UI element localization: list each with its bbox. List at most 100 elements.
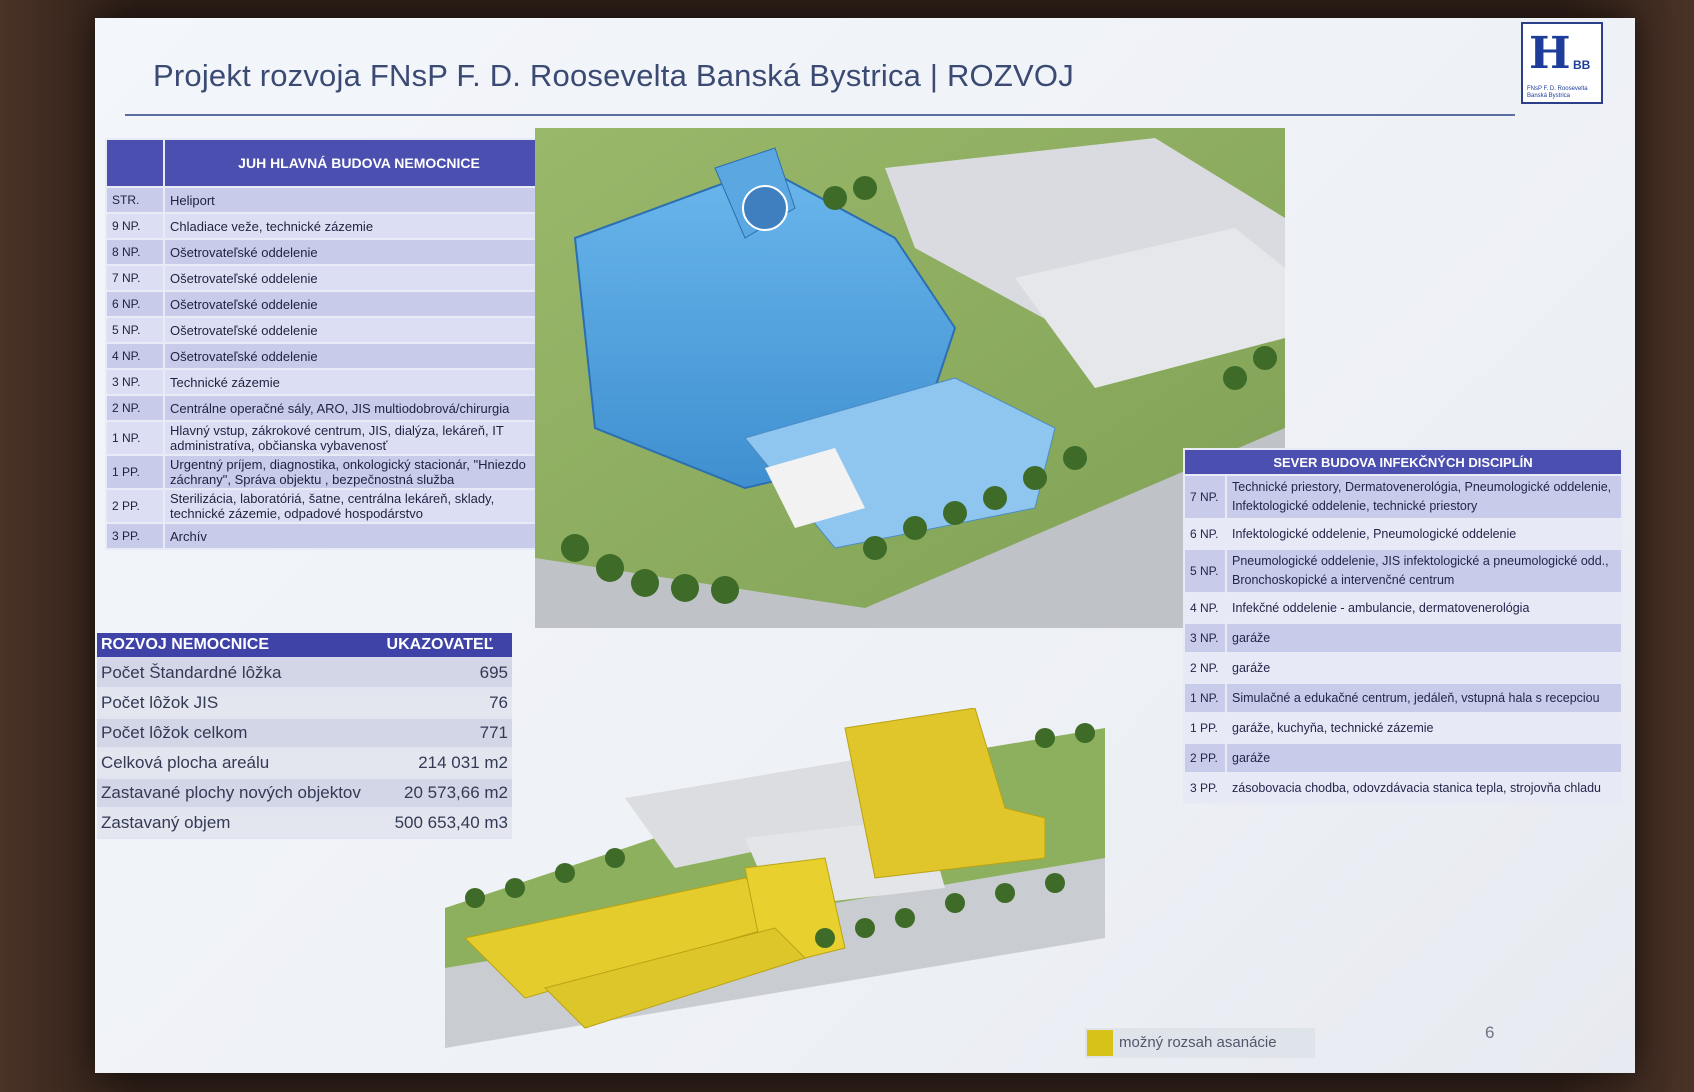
north-table-desc-cell: zásobovacia chodba, odovzdávacia stanica… — [1225, 772, 1623, 804]
north-table-floor-cell: 4 NP. — [1183, 592, 1227, 624]
dev-table-label-cell: Zastavané plochy nových objektov — [97, 778, 383, 809]
north-table-desc-cell: garáže, kuchyňa, technické zázemie — [1225, 712, 1623, 744]
south-table-row: 1 NP. Hlavný vstup, zákrokové centrum, JI… — [105, 420, 555, 456]
logo-subtitle: FNsP F. D. Roosevelta Banská Bystrica — [1527, 86, 1588, 99]
north-table-header: SEVER BUDOVA INFEKČNÝCH DISCIPLÍN — [1183, 448, 1623, 476]
south-table-row: 6 NP. Ošetrovateľské oddelenie — [105, 290, 555, 318]
south-table-desc-cell: Chladiace veže, technické zázemie — [163, 212, 555, 240]
north-table-floor-cell: 3 PP. — [1183, 772, 1227, 804]
north-table-floor-cell: 1 PP. — [1183, 712, 1227, 744]
south-table-desc-cell: Ošetrovateľské oddelenie — [163, 264, 555, 292]
south-table-row: 8 NP. Ošetrovateľské oddelenie — [105, 238, 555, 266]
hospital-logo: H BB FNsP F. D. Roosevelta Banská Bystri… — [1521, 22, 1603, 104]
dev-col2-header: UKAZOVATEĽ — [382, 633, 512, 659]
legend: možný rozsah asanácie — [1085, 1028, 1315, 1058]
south-table-floor-cell: 3 NP. — [105, 368, 165, 396]
north-table-row: 2 PP. garáže — [1183, 742, 1623, 774]
south-table-row: 7 NP. Ošetrovateľské oddelenie — [105, 264, 555, 292]
south-table-header-row: JUH HLAVNÁ BUDOVA NEMOCNICE — [105, 138, 555, 188]
south-table-floor-cell: 8 NP. — [105, 238, 165, 266]
north-table-row: 6 NP. Infektologické oddelenie, Pneumolog… — [1183, 518, 1623, 550]
south-table-floor-cell: 3 PP. — [105, 522, 165, 550]
demolition-render — [445, 708, 1105, 1048]
south-table-floor-cell: 1 NP. — [105, 420, 165, 456]
south-table-row: 4 NP. Ošetrovateľské oddelenie — [105, 342, 555, 370]
north-table-row: 3 NP. garáže — [1183, 622, 1623, 654]
north-table-desc-cell: Technické priestory, Dermatovenerológia,… — [1225, 474, 1623, 520]
south-table-row: 2 NP. Centrálne operačné sály, ARO, JIS m… — [105, 394, 555, 422]
page-number: 6 — [1485, 1023, 1495, 1042]
north-table-floor-cell: 3 NP. — [1183, 622, 1227, 654]
south-table-floor-cell: 9 NP. — [105, 212, 165, 240]
logo-bb: BB — [1573, 58, 1591, 72]
south-table-desc-cell: Heliport — [163, 186, 555, 214]
south-table-desc-cell: Ošetrovateľské oddelenie — [163, 342, 555, 370]
title-divider — [125, 114, 1515, 116]
dev-table-label-cell: Počet Štandardné lôžka — [97, 658, 383, 689]
north-table-row: 7 NP. Technické priestory, Dermatovenerol… — [1183, 474, 1623, 520]
south-table-row: 3 PP. Archív — [105, 522, 555, 550]
north-table-floor-cell: 1 NP. — [1183, 682, 1227, 714]
north-table-floor-cell: 5 NP. — [1183, 548, 1227, 594]
dev-table-label-cell: Počet lôžok JIS — [97, 688, 383, 719]
north-table-row: 1 NP. Simulačné a edukačné centrum, jedál… — [1183, 682, 1623, 714]
dev-table-row: Počet Štandardné lôžka 695 — [97, 658, 512, 689]
dev-table-label-cell: Celková plocha areálu — [97, 748, 383, 779]
dev-table-value-cell: 695 — [382, 658, 512, 689]
logo-mark: H — [1529, 28, 1571, 79]
dev-table-label-cell: Počet lôžok celkom — [97, 718, 383, 749]
north-table-header-row: SEVER BUDOVA INFEKČNÝCH DISCIPLÍN — [1183, 448, 1623, 476]
south-table-floor-cell: STR. — [105, 186, 165, 214]
south-table-desc-cell: Technické zázemie — [163, 368, 555, 396]
dev-table-header-row: ROZVOJ NEMOCNICE UKAZOVATEĽ — [97, 633, 512, 659]
south-table-desc-cell: Urgentný príjem, diagnostika, onkologick… — [163, 454, 555, 490]
south-table-desc-cell: Centrálne operačné sály, ARO, JIS multio… — [163, 394, 555, 422]
south-table-desc-cell: Ošetrovateľské oddelenie — [163, 316, 555, 344]
north-table-desc-cell: garáže — [1225, 652, 1623, 684]
north-table-desc-cell: Infekčné oddelenie - ambulancie, dermato… — [1225, 592, 1623, 624]
south-table-floor-cell: 5 NP. — [105, 316, 165, 344]
south-table-header: JUH HLAVNÁ BUDOVA NEMOCNICE — [163, 138, 555, 188]
south-building-render — [535, 128, 1285, 628]
south-table-floor-cell: 2 PP. — [105, 488, 165, 524]
south-table-desc-cell: Sterilizácia, laboratóriá, šatne, centrá… — [163, 488, 555, 524]
north-table-floor-cell: 6 NP. — [1183, 518, 1227, 550]
north-table-floor-cell: 2 PP. — [1183, 742, 1227, 774]
north-table-row: 4 NP. Infekčné oddelenie - ambulancie, de… — [1183, 592, 1623, 624]
dev-table-label-cell: Zastavaný objem — [97, 808, 383, 839]
north-table-desc-cell: Infektologické oddelenie, Pneumologické … — [1225, 518, 1623, 550]
south-building-table: JUH HLAVNÁ BUDOVA NEMOCNICE STR. Heliport… — [105, 138, 555, 550]
south-table-desc-cell: Ošetrovateľské oddelenie — [163, 290, 555, 318]
dev-col1-header: ROZVOJ NEMOCNICE — [97, 633, 383, 659]
north-table-desc-cell: Pneumologické oddelenie, JIS infektologi… — [1225, 548, 1623, 594]
north-table-row: 5 NP. Pneumologické oddelenie, JIS infekt… — [1183, 548, 1623, 594]
north-table-floor-cell: 2 NP. — [1183, 652, 1227, 684]
slide-title: Projekt rozvoja FNsP F. D. Roosevelta Ba… — [153, 58, 1074, 93]
north-table-desc-cell: garáže — [1225, 742, 1623, 774]
south-table-row: 1 PP. Urgentný príjem, diagnostika, onkol… — [105, 454, 555, 490]
legend-label: možný rozsah asanácie — [1119, 1034, 1277, 1051]
north-table-row: 2 NP. garáže — [1183, 652, 1623, 684]
south-table-floor-cell: 2 NP. — [105, 394, 165, 422]
north-table-row: 3 PP. zásobovacia chodba, odovzdávacia st… — [1183, 772, 1623, 804]
south-table-row: 3 NP. Technické zázemie — [105, 368, 555, 396]
south-table-desc-cell: Ošetrovateľské oddelenie — [163, 238, 555, 266]
north-table-floor-cell: 7 NP. — [1183, 474, 1227, 520]
south-table-row: 9 NP. Chladiace veže, technické zázemie — [105, 212, 555, 240]
south-table-floor-cell: 7 NP. — [105, 264, 165, 292]
north-table-desc-cell: Simulačné a edukačné centrum, jedáleň, v… — [1225, 682, 1623, 714]
south-table-floor-cell: 6 NP. — [105, 290, 165, 318]
south-table-floor-cell: 4 NP. — [105, 342, 165, 370]
north-table-row: 1 PP. garáže, kuchyňa, technické zázemie — [1183, 712, 1623, 744]
south-table-floor-cell: 1 PP. — [105, 454, 165, 490]
north-building-table: SEVER BUDOVA INFEKČNÝCH DISCIPLÍN 7 NP. T… — [1183, 448, 1623, 804]
south-table-row: STR. Heliport — [105, 186, 555, 214]
south-table-desc-cell: Archív — [163, 522, 555, 550]
south-table-desc-cell: Hlavný vstup, zákrokové centrum, JIS, di… — [163, 420, 555, 456]
north-table-desc-cell: garáže — [1225, 622, 1623, 654]
presentation-slide: Projekt rozvoja FNsP F. D. Roosevelta Ba… — [95, 18, 1635, 1073]
south-table-row: 5 NP. Ošetrovateľské oddelenie — [105, 316, 555, 344]
south-table-corner — [105, 138, 165, 188]
legend-swatch — [1087, 1030, 1113, 1056]
south-table-row: 2 PP. Sterilizácia, laboratóriá, šatne, c… — [105, 488, 555, 524]
